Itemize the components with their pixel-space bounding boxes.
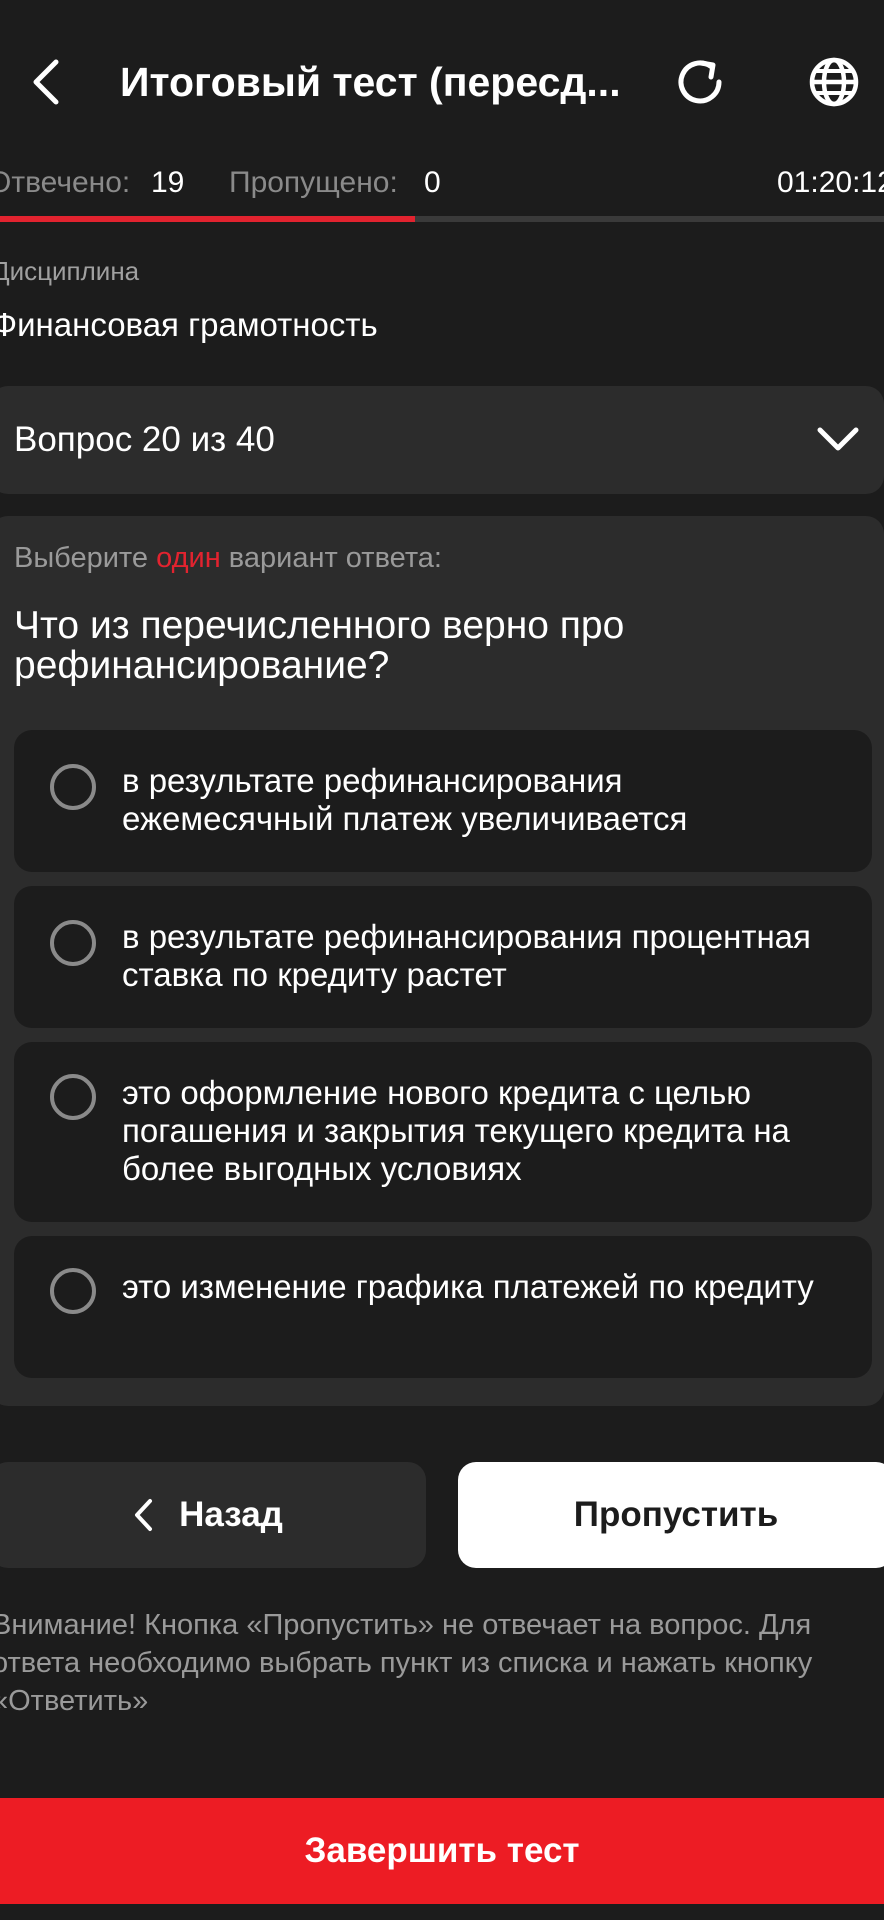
language-button[interactable]: [804, 52, 864, 112]
progress-bar-fill: [0, 216, 416, 222]
question-selector[interactable]: Вопрос 20 из 40: [0, 386, 884, 494]
radio-button[interactable]: [50, 764, 96, 810]
answered-count: 19: [151, 166, 185, 199]
question-card: Выберите один вариант ответа: Что из пер…: [0, 516, 884, 1406]
refresh-button[interactable]: [670, 52, 730, 112]
progress-bar: [0, 216, 884, 222]
instruction-text-before: Выберите: [14, 542, 157, 574]
answer-instruction: Выберите один вариант ответа:: [14, 542, 442, 575]
option-text: в результате рефинансирования ежемесячны…: [122, 762, 688, 837]
answered-label: Отвечено:: [0, 166, 131, 199]
instruction-text-after: вариант ответа:: [220, 542, 442, 574]
page-title: Итоговый тест (пересд...: [120, 59, 621, 105]
answer-option-1[interactable]: в результате рефинансирования ежемесячны…: [14, 730, 872, 872]
refresh-icon: [678, 60, 722, 104]
option-text: это оформление нового кредита с целью по…: [122, 1074, 790, 1187]
chevron-left-icon: [33, 59, 59, 105]
option-text: это изменение графика платежей по кредит…: [122, 1268, 814, 1305]
skip-notice: Внимание! Кнопка «Пропустить» не отвечае…: [0, 1609, 813, 1717]
timer: 01:20:12: [777, 166, 884, 199]
radio-button[interactable]: [50, 1074, 96, 1120]
skipped-count: 0: [424, 166, 441, 199]
back-button[interactable]: [22, 52, 68, 112]
globe-icon: [809, 57, 859, 107]
question-number: Вопрос 20 из 40: [14, 420, 275, 459]
test-stats: Отвечено: 19 Пропущено: 0 01:20:12: [0, 160, 884, 206]
finish-test-button[interactable]: Завершить тест: [0, 1798, 884, 1904]
skip-button[interactable]: Пропустить: [458, 1462, 884, 1568]
instruction-accent: один: [156, 542, 221, 574]
app-header: Итоговый тест (пересд...: [0, 0, 884, 160]
radio-button[interactable]: [50, 920, 96, 966]
radio-button[interactable]: [50, 1268, 96, 1314]
chevron-left-icon: [135, 1499, 153, 1531]
answer-option-2[interactable]: в результате рефинансирования процентная…: [14, 886, 872, 1028]
question-text: Что из перечисленного верно про рефинанс…: [14, 604, 625, 687]
discipline-value: Финансовая грамотность: [0, 306, 378, 343]
answer-option-4[interactable]: это изменение графика платежей по кредит…: [14, 1236, 872, 1378]
chevron-down-icon: [817, 427, 859, 451]
skip-label: Пропустить: [573, 1495, 779, 1534]
finish-test-label: Завершить тест: [304, 1831, 580, 1870]
answer-option-3[interactable]: это оформление нового кредита с целью по…: [14, 1042, 872, 1222]
back-nav-label: Назад: [179, 1495, 283, 1534]
back-nav-button[interactable]: Назад: [0, 1462, 426, 1568]
option-text: в результате рефинансирования процентная…: [122, 918, 811, 993]
skipped-label: Пропущено:: [229, 166, 398, 199]
discipline-label: Дисциплина: [0, 256, 140, 286]
